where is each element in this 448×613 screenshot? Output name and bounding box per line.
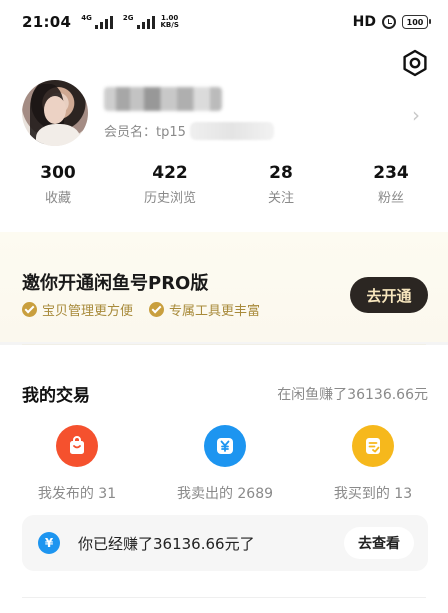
check-icon [22, 302, 37, 317]
earned-banner: ¥ 你已经赚了36136.66元了 去查看 [22, 515, 428, 571]
pro-feature-item: 宝贝管理更方便 [22, 300, 133, 319]
view-earnings-button[interactable]: 去查看 [344, 527, 414, 559]
earned-text: 你已经赚了36136.66元了 [78, 534, 255, 553]
member-name-redacted [189, 121, 274, 140]
pro-features: 宝贝管理更方便 专属工具更丰富 [22, 300, 260, 319]
trade-sold[interactable]: 我卖出的 2689 [165, 425, 285, 503]
settings-hexagon-icon [403, 49, 427, 77]
signal-icon-sim2: 2G [123, 15, 155, 29]
network-speed: 1.00 KB/S [160, 14, 179, 29]
trade-title: 我的交易 [22, 386, 90, 406]
settings-button[interactable] [399, 47, 431, 79]
trade-earned-summary[interactable]: 在闲鱼赚了36136.66元 [277, 384, 428, 404]
divider [22, 597, 426, 598]
stat-fans[interactable]: 234 粉丝 [346, 163, 436, 206]
avatar[interactable] [22, 80, 88, 146]
yuan-coin-icon: ¥ [38, 532, 60, 554]
username-redacted [104, 87, 222, 111]
alarm-icon [382, 15, 396, 29]
yuan-icon [204, 425, 246, 467]
trade-bought[interactable]: 我买到的 13 [313, 425, 433, 503]
check-icon [149, 302, 165, 317]
status-time: 21:04 [22, 13, 72, 31]
stat-favorites[interactable]: 300 收藏 [13, 163, 103, 206]
status-bar: 21:04 4G 2G 1.00 KB/S HD 100 [0, 0, 448, 44]
receipt-icon [352, 425, 394, 467]
signal-icon-sim1: 4G [81, 15, 113, 29]
battery-icon: 100 [402, 15, 431, 29]
member-name: 会员名：tp15 [104, 121, 274, 140]
hd-indicator: HD [352, 14, 376, 30]
bag-icon [56, 425, 98, 467]
open-pro-button[interactable]: 去开通 [350, 277, 428, 313]
trade-published[interactable]: 我发布的 31 [17, 425, 137, 503]
stat-history[interactable]: 422 历史浏览 [125, 163, 215, 206]
pro-feature-item: 专属工具更丰富 [149, 300, 260, 319]
chevron-right-icon[interactable]: › [412, 103, 420, 127]
pro-title: 邀你开通闲鱼号PRO版 [22, 273, 209, 294]
stat-following[interactable]: 28 关注 [236, 163, 326, 206]
